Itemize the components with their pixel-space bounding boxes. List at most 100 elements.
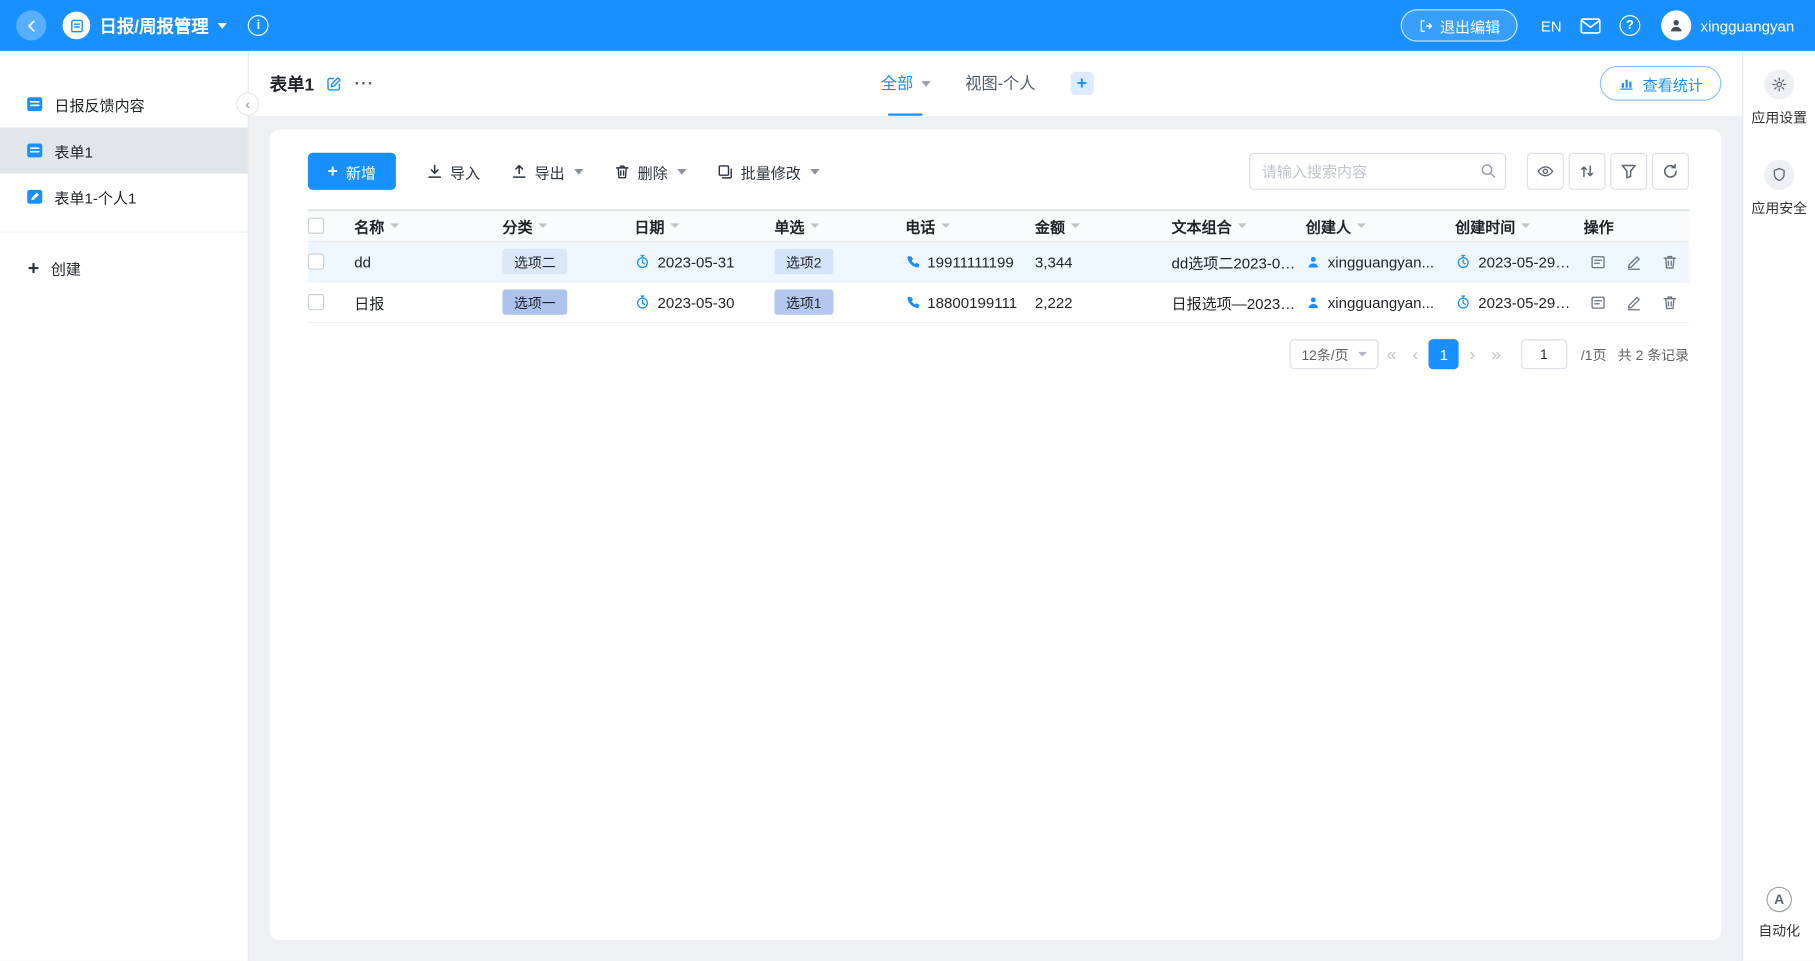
sidebar-item-form1-personal[interactable]: 表单1-个人1	[0, 174, 248, 220]
column-menu-icon	[390, 223, 400, 229]
chevron-down-icon	[1357, 351, 1368, 357]
cell-phone: 18800199111	[905, 293, 1035, 311]
data-card: + 新增 导入 导出 删除 批量修改 请输入搜索内容 名称 分类 日期 单选 电…	[269, 129, 1722, 940]
column-header-text[interactable]: 文本组合	[1171, 215, 1305, 237]
column-header-phone[interactable]: 电话	[905, 215, 1035, 237]
search-box	[1249, 152, 1507, 190]
cell-amount: 3,344	[1034, 252, 1073, 271]
tab-all[interactable]: 全部	[881, 51, 931, 116]
hide-fields-button[interactable]	[1526, 152, 1564, 190]
avatar	[1661, 10, 1692, 41]
prev-page-button[interactable]: ‹	[1405, 344, 1427, 364]
table-toolbar: + 新增 导入 导出 删除 批量修改 请输入搜索内容	[307, 152, 1689, 190]
column-header-category[interactable]: 分类	[502, 215, 634, 237]
search-input[interactable]	[1249, 152, 1507, 190]
column-header-amount[interactable]: 金额	[1035, 215, 1172, 237]
help-icon[interactable]: ?	[1619, 15, 1641, 36]
view-detail-button[interactable]	[1584, 293, 1613, 310]
app-switcher[interactable]: 日报/周报管理	[62, 11, 228, 40]
sidebar-item-daily-feedback[interactable]: 日报反馈内容	[0, 81, 248, 127]
add-view-button[interactable]: +	[1070, 71, 1094, 95]
top-header: 日报/周报管理 i 退出编辑 EN ? xingguangyan	[0, 0, 1815, 51]
delete-button[interactable]: 删除	[613, 160, 687, 182]
mail-icon[interactable]	[1580, 17, 1601, 34]
next-page-button[interactable]: ›	[1461, 344, 1483, 364]
sort-button[interactable]	[1568, 152, 1606, 190]
column-menu-icon	[670, 223, 680, 229]
logout-icon	[1418, 18, 1433, 33]
edit-row-button[interactable]	[1619, 253, 1648, 270]
column-header-date[interactable]: 日期	[634, 215, 774, 237]
column-header-name[interactable]: 名称	[354, 215, 502, 237]
language-toggle[interactable]: EN	[1541, 17, 1562, 34]
page-title: 表单1	[269, 74, 315, 95]
column-header-single[interactable]: 单选	[774, 215, 905, 237]
chevron-down-icon	[921, 80, 931, 87]
column-header-creator[interactable]: 创建人	[1306, 215, 1455, 237]
row-checkbox[interactable]	[307, 294, 325, 311]
column-menu-icon	[1521, 223, 1531, 229]
app-security-item[interactable]: 应用安全	[1751, 159, 1807, 218]
edit-title-button[interactable]	[326, 75, 343, 92]
user-menu[interactable]: xingguangyan	[1661, 10, 1794, 41]
row-checkbox[interactable]	[307, 253, 325, 270]
last-page-button[interactable]: »	[1483, 344, 1509, 364]
export-button[interactable]: 导出	[510, 160, 584, 182]
batch-edit-icon	[716, 163, 733, 180]
cell-creator: xingguangyan...	[1306, 253, 1455, 270]
view-statistics-button[interactable]: 查看统计	[1599, 65, 1722, 101]
add-record-button[interactable]: + 新增	[307, 152, 396, 190]
column-header-created[interactable]: 创建时间	[1455, 215, 1583, 237]
view-detail-button[interactable]	[1584, 253, 1613, 270]
create-button[interactable]: + 创建	[0, 244, 248, 290]
single-select-tag: 选项1	[774, 289, 834, 315]
eye-icon	[1536, 162, 1555, 181]
trash-icon	[613, 163, 630, 180]
info-icon[interactable]: i	[247, 15, 269, 36]
chevron-down-icon	[573, 168, 584, 175]
clock-icon	[634, 294, 650, 310]
app-settings-item[interactable]: 应用设置	[1751, 69, 1807, 127]
edit-row-button[interactable]	[1619, 293, 1648, 310]
back-button[interactable]	[16, 10, 47, 41]
more-options-icon[interactable]: ···	[355, 74, 375, 93]
refresh-button[interactable]	[1651, 152, 1689, 190]
page-jump-input[interactable]	[1520, 339, 1567, 370]
filter-icon	[1619, 162, 1638, 181]
records-table: 名称 分类 日期 单选 电话 金额 文本组合 创建人 创建时间 操作 dd 选项…	[307, 209, 1689, 323]
first-page-button[interactable]: «	[1379, 344, 1405, 364]
cell-date: 2023-05-30	[634, 293, 774, 311]
filter-button[interactable]	[1610, 152, 1648, 190]
shield-icon	[1764, 159, 1795, 190]
batch-edit-label: 批量修改	[740, 163, 801, 182]
refresh-icon	[1661, 162, 1680, 181]
sidebar-divider	[0, 231, 248, 233]
page-size-select[interactable]: 12条/页	[1289, 339, 1379, 370]
import-button[interactable]: 导入	[426, 160, 480, 182]
sidebar-item-label: 表单1-个人1	[54, 189, 137, 207]
column-menu-icon	[1237, 223, 1247, 229]
tab-label: 全部	[880, 74, 914, 93]
chart-icon	[1618, 76, 1634, 91]
current-page-button[interactable]: 1	[1428, 339, 1459, 370]
select-all-checkbox[interactable]	[307, 217, 325, 234]
sidebar-item-form1[interactable]: 表单1	[0, 127, 248, 174]
export-icon	[510, 163, 527, 180]
cell-date: 2023-05-31	[634, 253, 774, 270]
view-bar-right: 查看统计	[1599, 51, 1722, 116]
tab-personal-view[interactable]: 视图-个人	[965, 51, 1035, 116]
delete-row-button[interactable]	[1655, 293, 1684, 310]
phone-icon	[905, 295, 920, 310]
column-menu-icon	[941, 223, 951, 229]
page-size-value: 12条/页	[1301, 346, 1349, 363]
batch-edit-button[interactable]: 批量修改	[716, 160, 820, 182]
cell-creator: xingguangyan...	[1306, 293, 1455, 311]
sidebar-collapse-toggle[interactable]: ‹	[236, 92, 260, 116]
form-icon	[25, 95, 44, 114]
column-header-actions: 操作	[1583, 218, 1614, 236]
search-icon	[1479, 162, 1496, 179]
exit-edit-button[interactable]: 退出编辑	[1400, 9, 1518, 42]
plus-icon: +	[27, 256, 40, 279]
automation-item[interactable]: A 自动化	[1758, 886, 1800, 940]
delete-row-button[interactable]	[1655, 253, 1684, 270]
